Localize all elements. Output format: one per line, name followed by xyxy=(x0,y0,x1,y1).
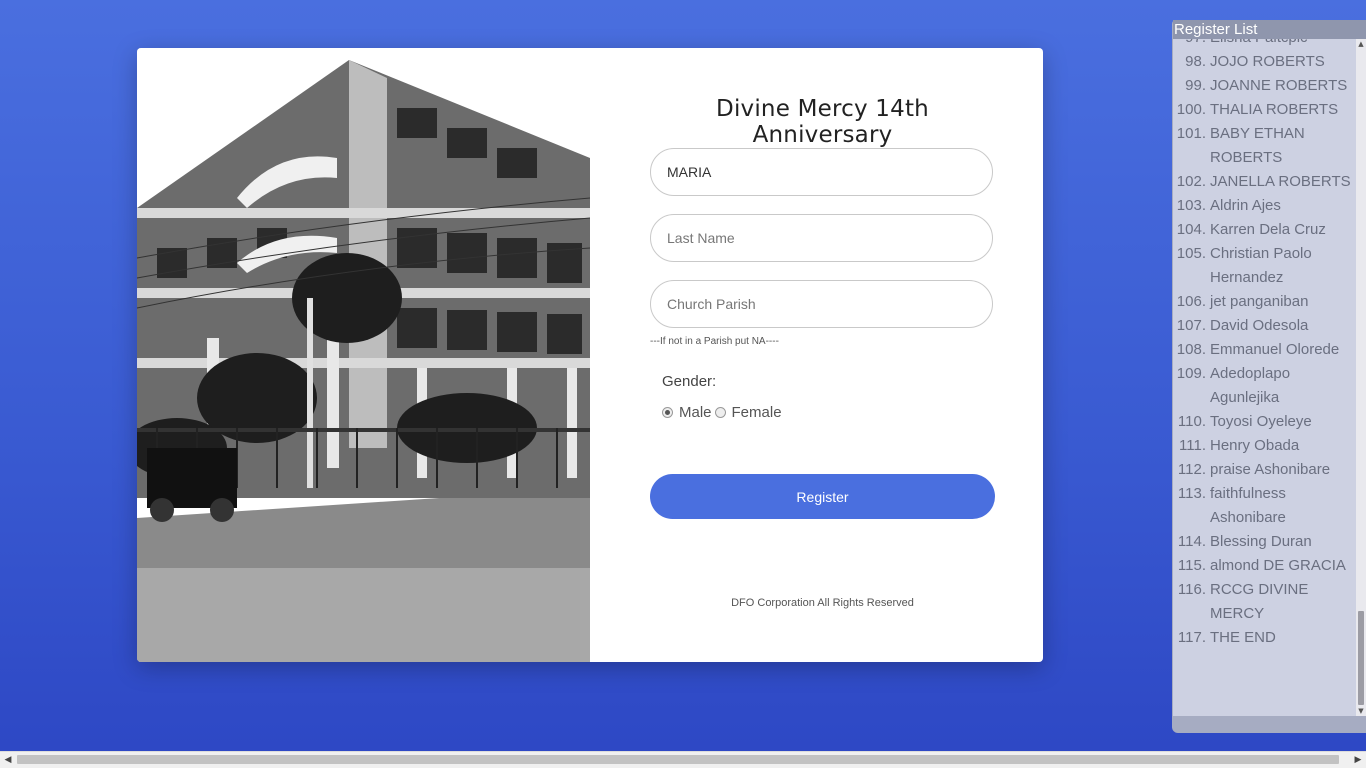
registration-form: Divine Mercy 14th Anniversary ---If not … xyxy=(650,48,995,662)
list-item-name: Adedoplapo Agunlejika xyxy=(1210,365,1291,406)
list-item-name: almond DE GRACIA xyxy=(1210,557,1346,574)
list-item: 99. JOANNE ROBERTS xyxy=(1173,74,1356,98)
list-item-name: JOJO ROBERTS xyxy=(1210,53,1325,70)
list-item: 108. Emmanuel Olorede xyxy=(1173,338,1356,362)
list-item: 116. RCCG DIVINE MERCY xyxy=(1173,578,1356,626)
arrow-right-icon[interactable]: ▶ xyxy=(1350,752,1366,768)
register-list[interactable]: 97.Elisha Paltcpic98.JOJO ROBERTS99.JOAN… xyxy=(1173,39,1356,716)
list-item: 106. jet panganiban xyxy=(1173,290,1356,314)
male-radio[interactable] xyxy=(662,407,673,418)
list-item-number: 97. xyxy=(1173,39,1210,50)
list-item-number: 112. xyxy=(1177,461,1206,478)
list-item-name: jet panganiban xyxy=(1210,293,1309,310)
register-list-panel: Register List 97.Elisha Paltcpic98.JOJO … xyxy=(1172,20,1366,733)
list-item-number: 116. xyxy=(1177,581,1206,598)
list-item-name: JOANNE ROBERTS xyxy=(1210,77,1348,94)
register-list-scrollbar[interactable]: ▲ ▼ xyxy=(1356,39,1366,716)
last-name-input[interactable] xyxy=(650,214,993,262)
list-item: 103. Aldrin Ajes xyxy=(1173,194,1356,218)
list-item-number: 102. xyxy=(1176,173,1206,190)
gender-label: Gender: xyxy=(662,373,717,390)
list-item-name: Emmanuel Olorede xyxy=(1210,341,1340,358)
church-parish-input[interactable] xyxy=(650,280,993,328)
list-item-name: Aldrin Ajes xyxy=(1210,197,1281,214)
list-item: 102. JANELLA ROBERTS xyxy=(1173,170,1356,194)
arrow-left-icon[interactable]: ◀ xyxy=(0,752,16,768)
list-item-name: Toyosi Oyeleye xyxy=(1210,413,1312,430)
list-item-name: Blessing Duran xyxy=(1210,533,1312,550)
list-item: 107. David Odesola xyxy=(1173,314,1356,338)
list-item-name: faithfulness Ashonibare xyxy=(1210,485,1286,526)
form-title: Divine Mercy 14th Anniversary xyxy=(716,96,929,148)
list-item: 109. Adedoplapo Agunlejika xyxy=(1173,362,1356,410)
list-item: 97.Elisha Paltcpic xyxy=(1173,39,1356,50)
female-radio[interactable] xyxy=(714,407,726,418)
list-item-number: 103. xyxy=(1176,197,1206,214)
arrow-down-icon[interactable]: ▼ xyxy=(1356,706,1366,716)
list-item-number: 104. xyxy=(1176,221,1206,238)
list-item-number: 101. xyxy=(1176,125,1206,142)
registration-card: Divine Mercy 14th Anniversary ---If not … xyxy=(137,48,1043,662)
list-item-number: 117. xyxy=(1177,629,1206,646)
list-item: 111. Henry Obada xyxy=(1173,434,1356,458)
list-item: 101. BABY ETHAN ROBERTS xyxy=(1173,122,1356,170)
list-item: 115. almond DE GRACIA xyxy=(1173,554,1356,578)
parish-hint: ---If not in a Parish put NA---- xyxy=(650,336,779,347)
scrollbar-thumb[interactable] xyxy=(1358,611,1364,705)
list-item-number: 115. xyxy=(1177,557,1206,574)
list-item: 114. Blessing Duran xyxy=(1173,530,1356,554)
list-item-number: 105. xyxy=(1176,245,1206,262)
first-name-input[interactable] xyxy=(650,148,993,196)
list-item-number: 99. xyxy=(1185,77,1206,94)
list-item-name: THE END xyxy=(1210,629,1276,646)
list-item-name: Karren Dela Cruz xyxy=(1210,221,1326,238)
list-item-number: 110. xyxy=(1177,413,1206,430)
gender-radio-group: Male Female xyxy=(662,404,785,421)
male-radio-label[interactable]: Male xyxy=(679,404,712,421)
list-item-name: JANELLA ROBERTS xyxy=(1210,173,1351,190)
list-item: 110. Toyosi Oyeleye xyxy=(1173,410,1356,434)
list-item-name: Elisha Paltcpic xyxy=(1210,39,1356,50)
register-list-items: 97.Elisha Paltcpic98.JOJO ROBERTS99.JOAN… xyxy=(1173,39,1356,650)
list-item-number: 108. xyxy=(1176,341,1206,358)
list-item: 113. faithfulness Ashonibare xyxy=(1173,482,1356,530)
female-radio-label[interactable]: Female xyxy=(732,404,782,421)
list-item-name: Christian Paolo Hernandez xyxy=(1210,245,1312,286)
list-item: 105. Christian Paolo Hernandez xyxy=(1173,242,1356,290)
list-item-name: Henry Obada xyxy=(1210,437,1300,454)
list-item-number: 107. xyxy=(1176,317,1206,334)
list-item-name: BABY ETHAN ROBERTS xyxy=(1210,125,1305,166)
list-item-number: 114. xyxy=(1177,533,1206,550)
arrow-up-icon[interactable]: ▲ xyxy=(1356,39,1366,49)
footer-copyright: DFO Corporation All Rights Reserved xyxy=(731,597,914,609)
list-item-name: praise Ashonibare xyxy=(1210,461,1331,478)
register-list-title: Register List xyxy=(1173,20,1366,39)
list-item-number: 113. xyxy=(1177,485,1206,502)
list-item-name: THALIA ROBERTS xyxy=(1210,101,1339,118)
list-item-number: 98. xyxy=(1185,53,1206,70)
church-building-photo xyxy=(137,48,590,662)
list-item: 112. praise Ashonibare xyxy=(1173,458,1356,482)
list-item-name: RCCG DIVINE MERCY xyxy=(1210,581,1309,622)
list-item-number: 100. xyxy=(1176,101,1206,118)
list-item: 104. Karren Dela Cruz xyxy=(1173,218,1356,242)
list-item-name: David Odesola xyxy=(1210,317,1309,334)
horizontal-scrollbar-thumb[interactable] xyxy=(17,755,1339,764)
list-item: 100. THALIA ROBERTS xyxy=(1173,98,1356,122)
page-horizontal-scrollbar[interactable]: ◀ ▶ xyxy=(0,751,1366,768)
list-item: 98. JOJO ROBERTS xyxy=(1173,50,1356,74)
register-button[interactable]: Register xyxy=(650,474,995,519)
list-item: 117. THE END xyxy=(1173,626,1356,650)
list-item-number: 106. xyxy=(1176,293,1206,310)
list-item-number: 109. xyxy=(1176,365,1206,382)
list-item-number: 111. xyxy=(1179,437,1206,454)
